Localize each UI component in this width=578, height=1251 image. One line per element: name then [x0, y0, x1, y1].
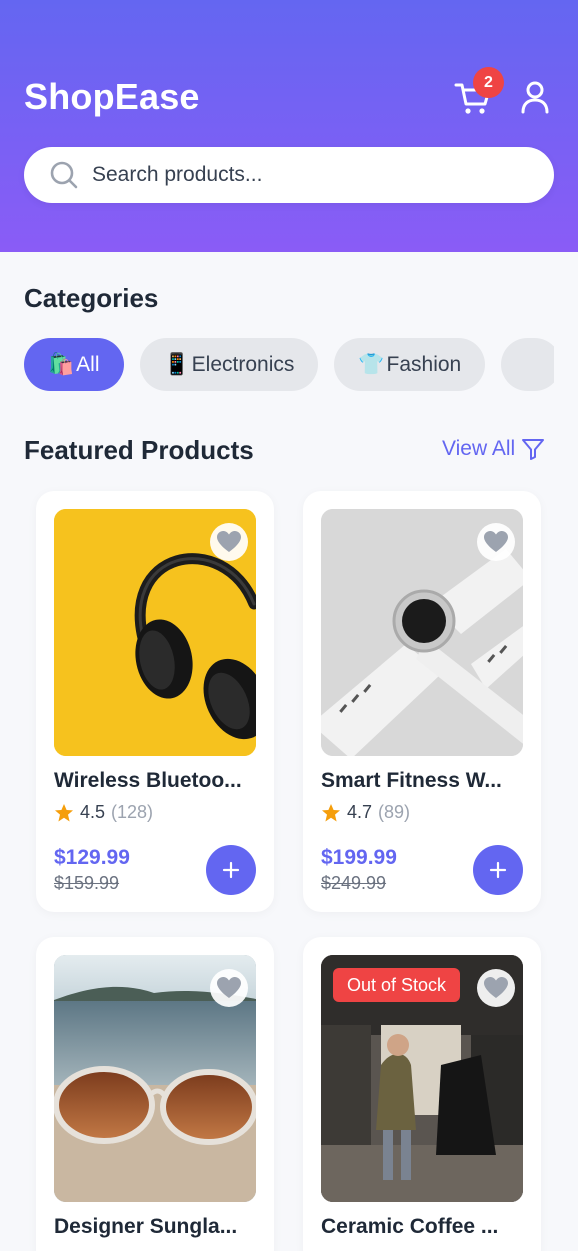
search-bar[interactable] [24, 147, 554, 203]
product-image [321, 509, 523, 756]
product-rating: 4.7 (89) [321, 802, 410, 823]
heart-icon [484, 531, 508, 552]
out-of-stock-badge: Out of Stock [333, 968, 461, 1002]
product-image [54, 509, 256, 756]
review-count: (89) [378, 802, 411, 822]
search-icon [50, 161, 78, 189]
category-chip-more[interactable] [501, 338, 554, 391]
brand-title: ShopEase [24, 76, 200, 117]
product-old-price: $249.99 [321, 873, 387, 893]
product-card[interactable]: Out of Stock Ceramic Coffee ... [303, 937, 541, 1251]
favorite-button[interactable] [210, 523, 248, 561]
favorite-button[interactable] [477, 969, 515, 1007]
view-all-label: View All [442, 437, 516, 460]
app-screen: ShopEase 2 Categories 🛍️ [0, 0, 578, 1251]
heart-icon [217, 977, 241, 998]
product-card[interactable]: Smart Fitness W... 4.7 (89) $199.99 $249… [303, 491, 541, 912]
shopping-bags-icon: 🛍️ [48, 352, 75, 376]
product-rating: 4.5 (128) [54, 802, 153, 823]
product-price: $129.99 [54, 846, 130, 869]
category-chip-electronics[interactable]: 📱 Electronics [139, 338, 319, 391]
add-to-cart-button[interactable] [206, 845, 256, 895]
shirt-icon: 👕 [358, 352, 385, 376]
product-name: Smart Fitness W... [321, 769, 502, 792]
featured-title: Featured Products [24, 435, 254, 465]
search-input[interactable] [92, 163, 512, 187]
category-label: All [76, 352, 100, 376]
category-chip-fashion[interactable]: 👕 Fashion [334, 338, 486, 391]
phone-icon: 📱 [163, 352, 190, 376]
filter-icon [522, 439, 545, 460]
favorite-button[interactable] [210, 969, 248, 1007]
view-all-link[interactable]: View All [442, 437, 545, 461]
product-price: $199.99 [321, 846, 397, 869]
categories-title: Categories [24, 283, 159, 313]
category-label: Fashion [386, 352, 462, 376]
product-card[interactable]: Wireless Bluetoo... 4.5 (128) $129.99 $1… [36, 491, 274, 912]
product-name: Designer Sungla... [54, 1215, 238, 1238]
product-old-price: $159.99 [54, 873, 120, 893]
product-name: Wireless Bluetoo... [54, 769, 242, 792]
product-card[interactable]: Designer Sungla... [36, 937, 274, 1251]
plus-icon [489, 861, 507, 879]
product-image [54, 955, 256, 1202]
product-name: Ceramic Coffee ... [321, 1215, 499, 1238]
product-image: Out of Stock [321, 955, 523, 1202]
plus-icon [222, 861, 240, 879]
star-icon [55, 803, 73, 821]
profile-button[interactable] [514, 76, 558, 120]
heart-icon [217, 531, 241, 552]
category-chip-all[interactable]: 🛍️ All [24, 338, 124, 391]
star-icon [322, 803, 340, 821]
user-icon [521, 81, 549, 114]
category-chips: 🛍️ All 📱 Electronics 👕 Fashion [24, 338, 554, 392]
header: ShopEase 2 [0, 0, 578, 252]
review-count: (128) [111, 802, 154, 822]
heart-icon [484, 977, 508, 998]
favorite-button[interactable] [477, 523, 515, 561]
rating-value: 4.7 [347, 802, 373, 822]
add-to-cart-button[interactable] [473, 845, 523, 895]
category-label: Electronics [191, 352, 295, 376]
cart-badge: 2 [473, 67, 504, 98]
rating-value: 4.5 [80, 802, 106, 822]
